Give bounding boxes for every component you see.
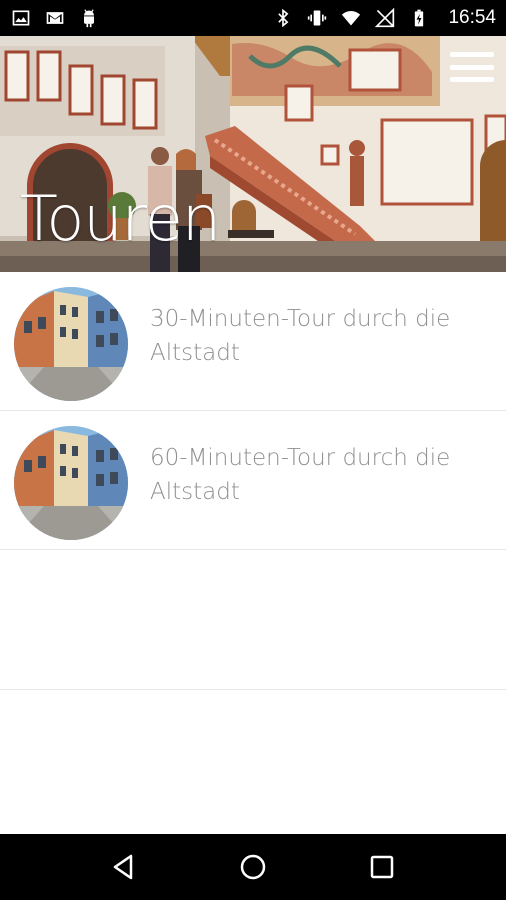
back-icon (114, 854, 133, 880)
navigation-bar (0, 834, 506, 900)
home-icon (240, 854, 266, 880)
bluetooth-icon (272, 7, 294, 29)
menu-icon (450, 52, 494, 57)
page-title: Touren (20, 182, 221, 255)
tour-title: 60-Minuten-Tour durch die Altstadt (150, 445, 451, 505)
tour-list-item-60[interactable]: 60-Minuten-Tour durch die Altstadt (0, 411, 506, 550)
tour-thumbnail (14, 426, 128, 540)
status-bar: 16:54 (0, 0, 506, 36)
tour-title: 30-Minuten-Tour durch die Altstadt (150, 306, 451, 366)
image-notification-icon (10, 7, 32, 29)
wifi-icon (340, 7, 362, 29)
gmail-icon (44, 7, 66, 29)
tour-list: 30-Minuten-Tour durch die Altstadt 60-Mi… (0, 272, 506, 690)
back-button[interactable] (104, 847, 144, 887)
status-clock: 16:54 (448, 7, 496, 28)
battery-charging-icon (408, 7, 430, 29)
tour-thumbnail (14, 287, 128, 401)
hero-header: Touren (0, 36, 506, 272)
recents-button[interactable] (362, 847, 402, 887)
empty-list-row (0, 550, 506, 690)
home-button[interactable] (233, 847, 273, 887)
tour-list-item-30[interactable]: 30-Minuten-Tour durch die Altstadt (0, 272, 506, 411)
android-icon (78, 7, 100, 29)
menu-button[interactable] (450, 50, 494, 84)
no-sim-icon (374, 7, 396, 29)
recents-icon (370, 855, 393, 879)
vibrate-icon (306, 7, 328, 29)
